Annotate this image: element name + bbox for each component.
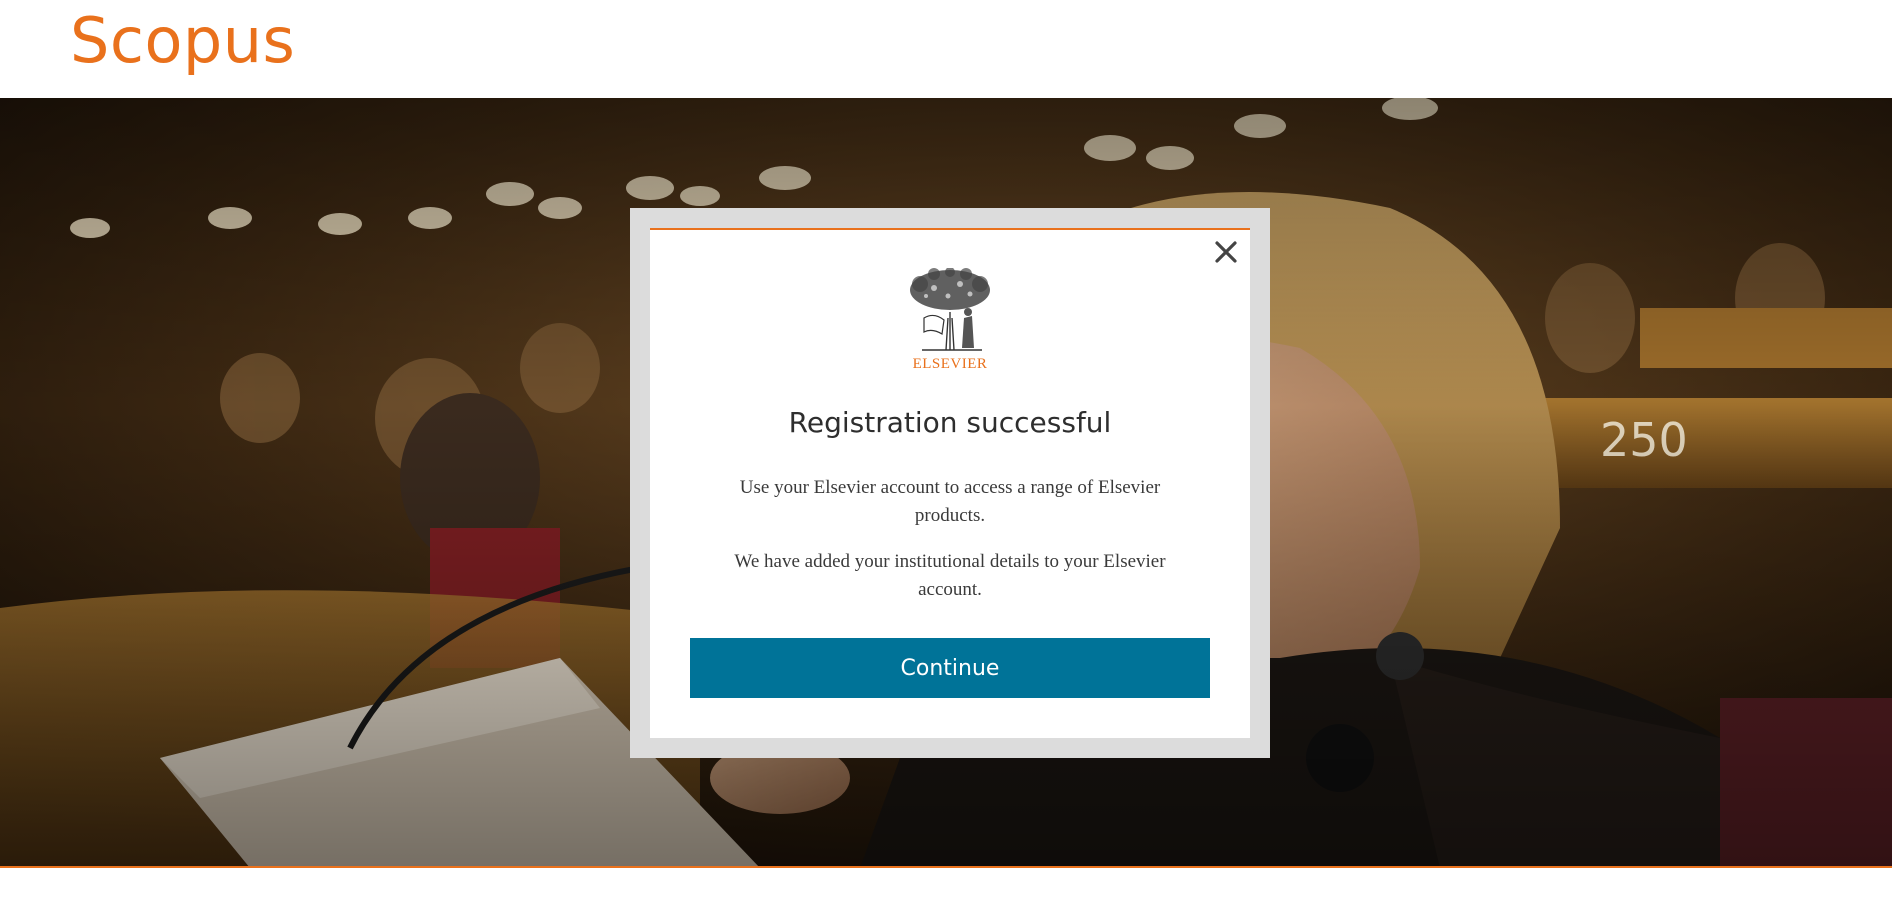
modal-message-institution: We have added your institutional details… <box>734 551 1166 600</box>
continue-button[interactable]: Continue <box>690 638 1210 698</box>
elsevier-logo: ELSEVIER <box>904 267 996 372</box>
scopus-logo[interactable]: Scopus <box>70 4 295 78</box>
registration-modal: ELSEVIER Registration successful Use you… <box>630 208 1270 758</box>
footer-area <box>0 868 1892 904</box>
modal-title: Registration successful <box>788 406 1112 439</box>
elsevier-wordmark: ELSEVIER <box>912 356 988 372</box>
elsevier-tree-icon <box>910 267 990 351</box>
close-icon[interactable] <box>1212 238 1240 266</box>
modal-message-account: Use your Elsevier account to access a ra… <box>739 477 1161 526</box>
site-header: Scopus <box>0 0 1892 98</box>
modal-content: ELSEVIER Registration successful Use you… <box>650 228 1250 738</box>
